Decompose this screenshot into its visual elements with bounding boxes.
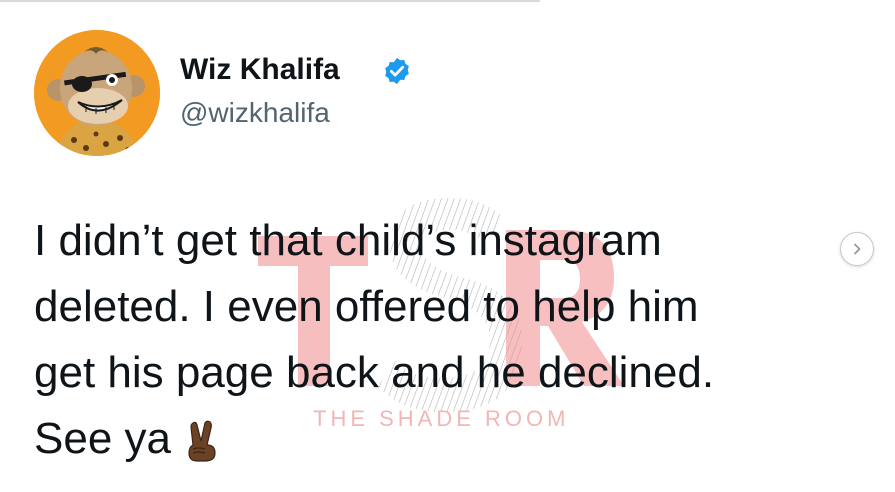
tweet-line: get his page back and he declined. xyxy=(34,348,715,397)
tweet-line-last: See ya xyxy=(34,406,834,472)
verified-badge-icon xyxy=(385,57,409,85)
victory-hand-emoji-icon xyxy=(188,420,216,462)
tweet-line: I didn’t get that child’s instagram xyxy=(34,216,662,265)
tweet-line: See ya xyxy=(34,414,171,463)
profile-avatar[interactable] xyxy=(34,30,160,156)
top-divider xyxy=(0,0,540,2)
tweet-text: I didn’t get that child’s instagram dele… xyxy=(34,208,834,472)
next-slide-button[interactable] xyxy=(840,232,874,266)
display-name[interactable]: Wiz Khalifa xyxy=(180,52,340,88)
bored-ape-avatar-icon xyxy=(34,30,160,156)
tweet-line: deleted. I even offered to help him xyxy=(34,282,699,331)
chevron-right-icon xyxy=(854,243,861,255)
user-handle[interactable]: @wizkhalifa xyxy=(180,96,330,130)
